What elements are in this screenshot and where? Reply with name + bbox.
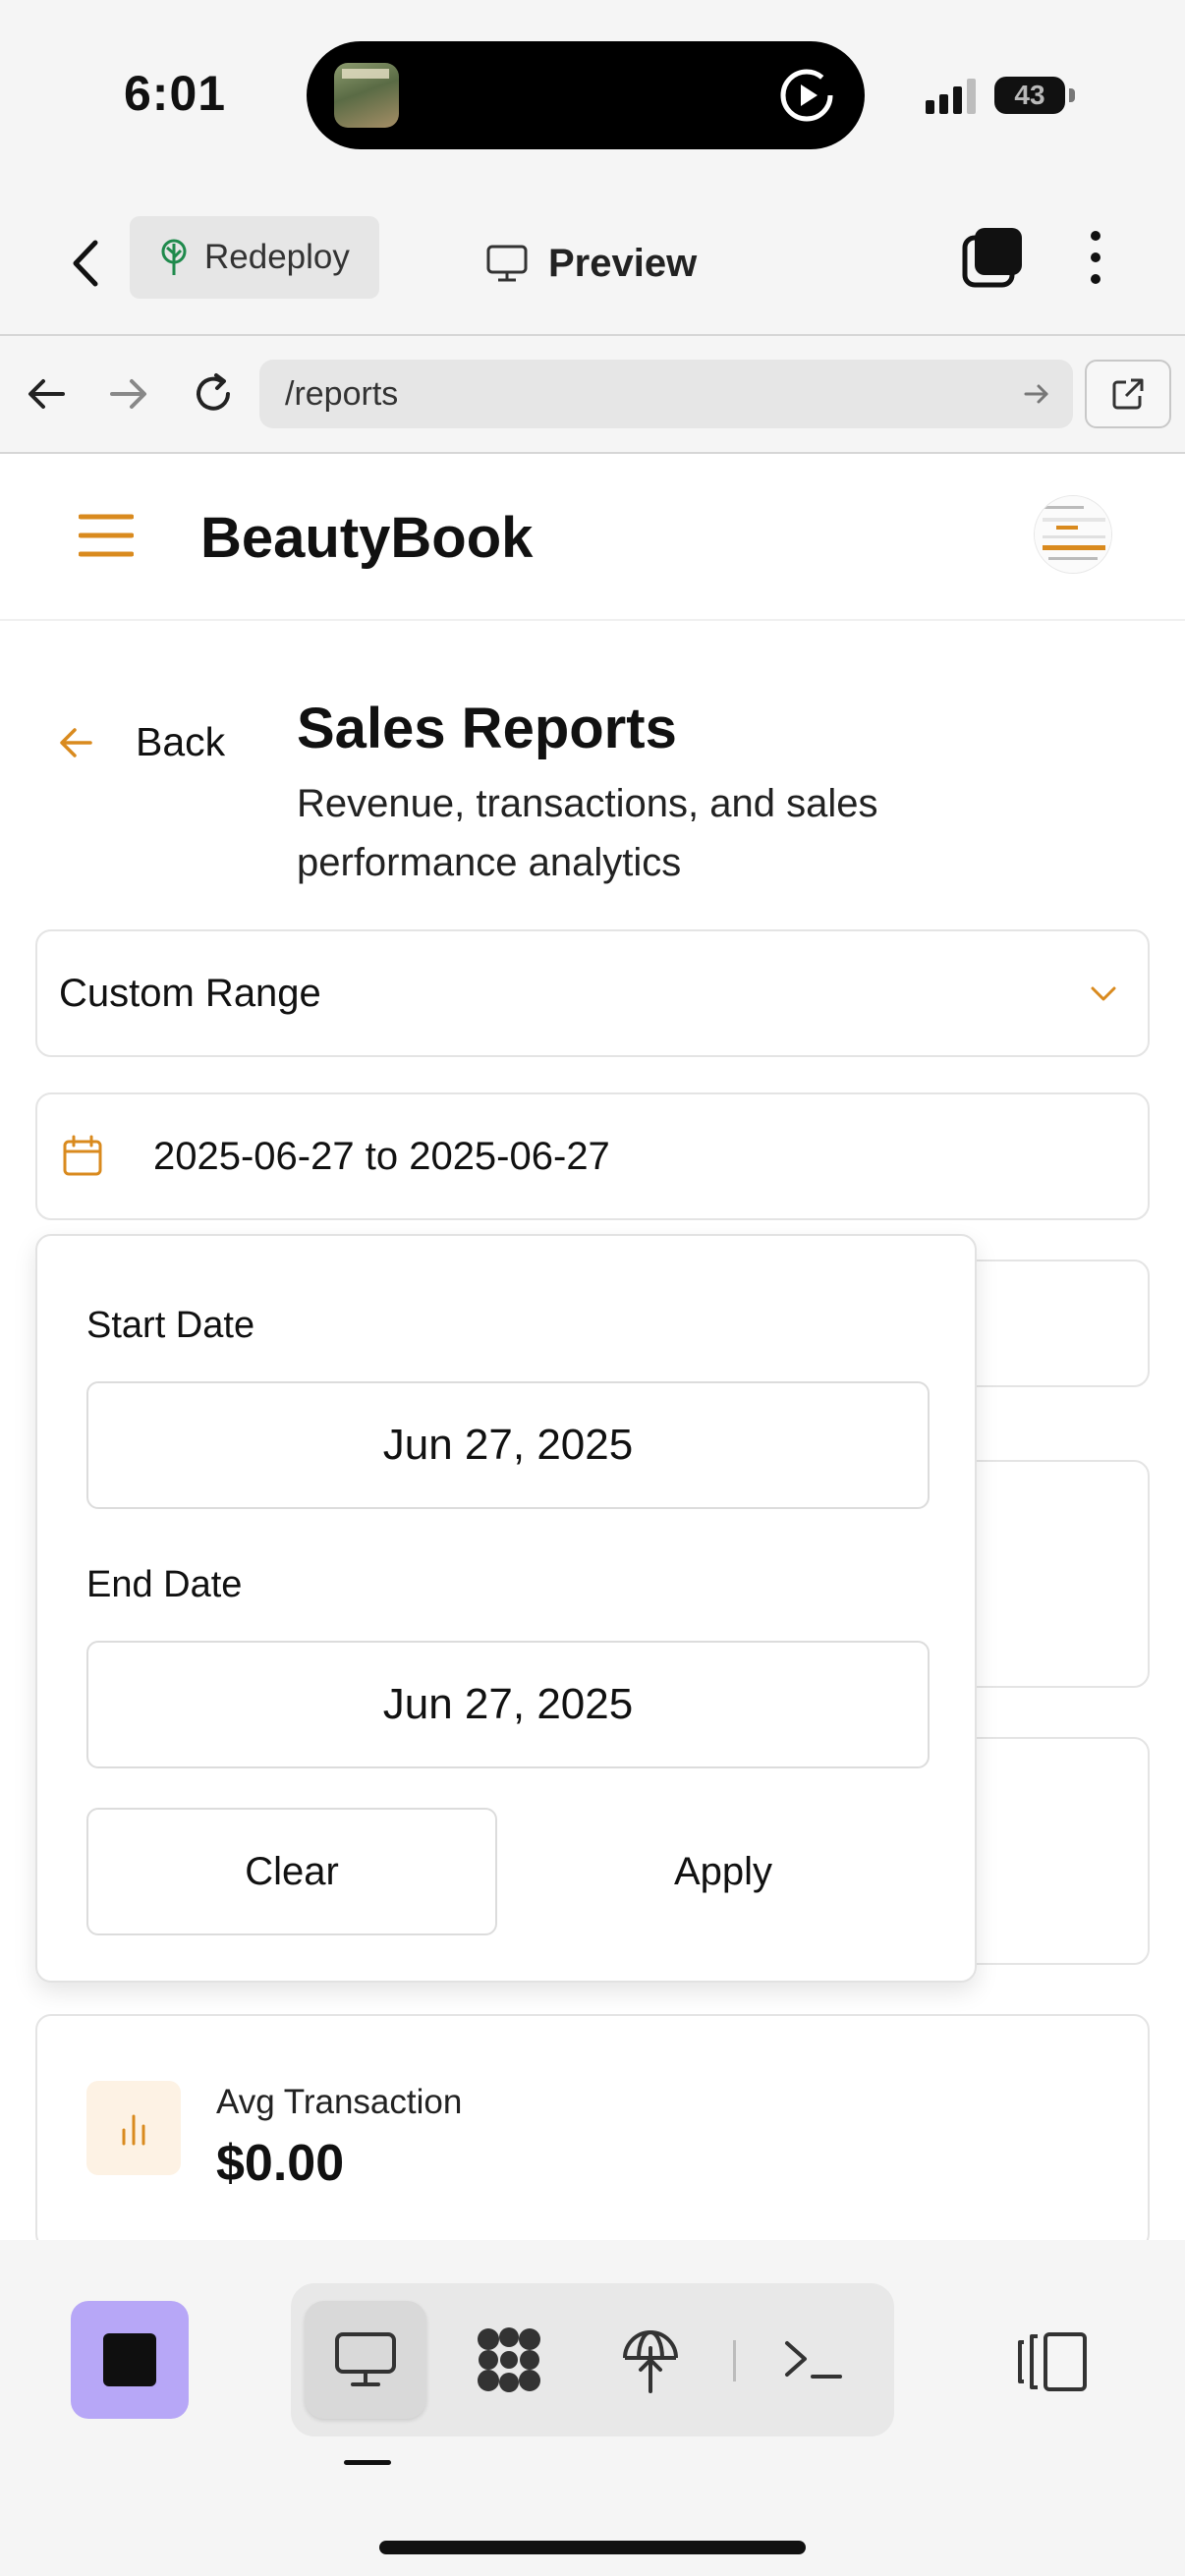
status-bar: 6:01 43 bbox=[0, 0, 1185, 196]
app-header: BeautyBook bbox=[0, 454, 1185, 621]
browser-url-bar: /reports bbox=[0, 334, 1185, 454]
redeploy-label: Redeploy bbox=[204, 238, 350, 276]
apply-button[interactable]: Apply bbox=[517, 1808, 930, 1935]
tree-icon bbox=[161, 239, 187, 275]
home-indicator bbox=[379, 2541, 806, 2554]
url-text: /reports bbox=[285, 374, 399, 413]
deploy-icon bbox=[623, 2330, 678, 2393]
dock-divider bbox=[733, 2340, 736, 2381]
preview-tab[interactable]: Preview bbox=[485, 232, 697, 295]
browser-back-button[interactable] bbox=[24, 371, 69, 417]
page-content: Back Sales Reports Revenue, transactions… bbox=[0, 621, 1185, 2240]
battery-icon: 43 bbox=[994, 77, 1065, 114]
dock-tab-desktop[interactable] bbox=[305, 2301, 426, 2419]
dock-tab-graph[interactable] bbox=[448, 2301, 570, 2419]
battery-level: 43 bbox=[1014, 80, 1045, 110]
chevron-left-icon bbox=[73, 240, 98, 287]
panel-icon bbox=[1018, 2332, 1087, 2391]
more-options-button[interactable] bbox=[1081, 226, 1110, 289]
monitor-icon bbox=[486, 245, 528, 282]
desktop-icon bbox=[335, 2332, 396, 2386]
date-range-picker-button[interactable]: 2025-06-27 to 2025-06-27 bbox=[35, 1092, 1150, 1220]
browser-forward-button[interactable] bbox=[106, 371, 151, 417]
reload-icon bbox=[197, 373, 230, 411]
arrow-left-icon bbox=[60, 727, 92, 757]
back-button[interactable]: Back bbox=[57, 719, 225, 765]
stop-icon bbox=[103, 2333, 156, 2386]
app-toolbar: Redeploy Preview bbox=[0, 196, 1185, 334]
start-date-input[interactable]: Jun 27, 2025 bbox=[86, 1381, 930, 1509]
chevron-down-icon bbox=[1091, 986, 1116, 1001]
stat-card-avg-transaction: Avg Transaction $0.00 bbox=[35, 2014, 1150, 2240]
back-label: Back bbox=[136, 719, 226, 764]
page-subtitle: Revenue, transactions, and sales perform… bbox=[297, 782, 878, 884]
open-external-button[interactable] bbox=[1085, 360, 1171, 428]
bar-chart-icon bbox=[86, 2081, 181, 2175]
dock-tab-deploy[interactable] bbox=[590, 2301, 711, 2419]
status-time: 6:01 bbox=[124, 66, 227, 121]
date-range-select[interactable]: Custom Range bbox=[35, 929, 1150, 1057]
bottom-dock bbox=[0, 2240, 1185, 2576]
arrow-left-icon bbox=[28, 379, 65, 409]
end-date-label: End Date bbox=[86, 1564, 243, 1605]
signal-icon bbox=[926, 79, 976, 114]
tabs-switcher-button[interactable] bbox=[961, 226, 1024, 289]
end-date-input[interactable]: Jun 27, 2025 bbox=[86, 1641, 930, 1768]
browser-reload-button[interactable] bbox=[189, 369, 238, 419]
dynamic-island[interactable] bbox=[307, 41, 865, 149]
media-thumbnail bbox=[334, 63, 399, 128]
hamburger-icon bbox=[79, 514, 134, 557]
graph-icon bbox=[478, 2327, 540, 2392]
hamburger-menu-button[interactable] bbox=[79, 511, 134, 560]
date-range-text: 2025-06-27 to 2025-06-27 bbox=[153, 1134, 610, 1178]
external-link-icon bbox=[1112, 378, 1144, 410]
vertical-dots-icon bbox=[1091, 231, 1100, 284]
stop-button[interactable] bbox=[71, 2301, 189, 2419]
tabs-icon bbox=[962, 228, 1022, 288]
stat-label: Avg Transaction bbox=[216, 2083, 463, 2121]
toggle-panel-button[interactable] bbox=[1016, 2330, 1091, 2393]
screen-record-icon bbox=[778, 67, 835, 124]
start-date-label: Start Date bbox=[86, 1305, 255, 1346]
page-title: Sales Reports bbox=[297, 697, 677, 760]
date-range-popover: Start Date Jun 27, 2025 End Date Jun 27,… bbox=[35, 1234, 977, 1983]
arrow-right-icon bbox=[110, 379, 146, 409]
app-brand[interactable]: BeautyBook bbox=[200, 505, 533, 571]
avatar-image bbox=[1035, 496, 1111, 573]
toolbar-back-button[interactable] bbox=[61, 232, 108, 295]
url-go-button[interactable] bbox=[1022, 379, 1051, 409]
dock-tab-terminal[interactable] bbox=[753, 2301, 875, 2419]
preview-label: Preview bbox=[548, 241, 698, 285]
active-tab-indicator bbox=[344, 2460, 391, 2465]
redeploy-button[interactable]: Redeploy bbox=[130, 216, 379, 299]
dock-tab-group bbox=[291, 2283, 894, 2436]
avatar[interactable] bbox=[1034, 495, 1112, 574]
arrow-right-icon bbox=[1024, 384, 1048, 404]
clear-button[interactable]: Clear bbox=[86, 1808, 497, 1935]
date-range-select-value: Custom Range bbox=[59, 971, 321, 1015]
stat-value: $0.00 bbox=[216, 2135, 345, 2192]
terminal-icon bbox=[785, 2341, 842, 2379]
url-input[interactable]: /reports bbox=[259, 360, 1073, 428]
calendar-icon bbox=[63, 1135, 102, 1176]
